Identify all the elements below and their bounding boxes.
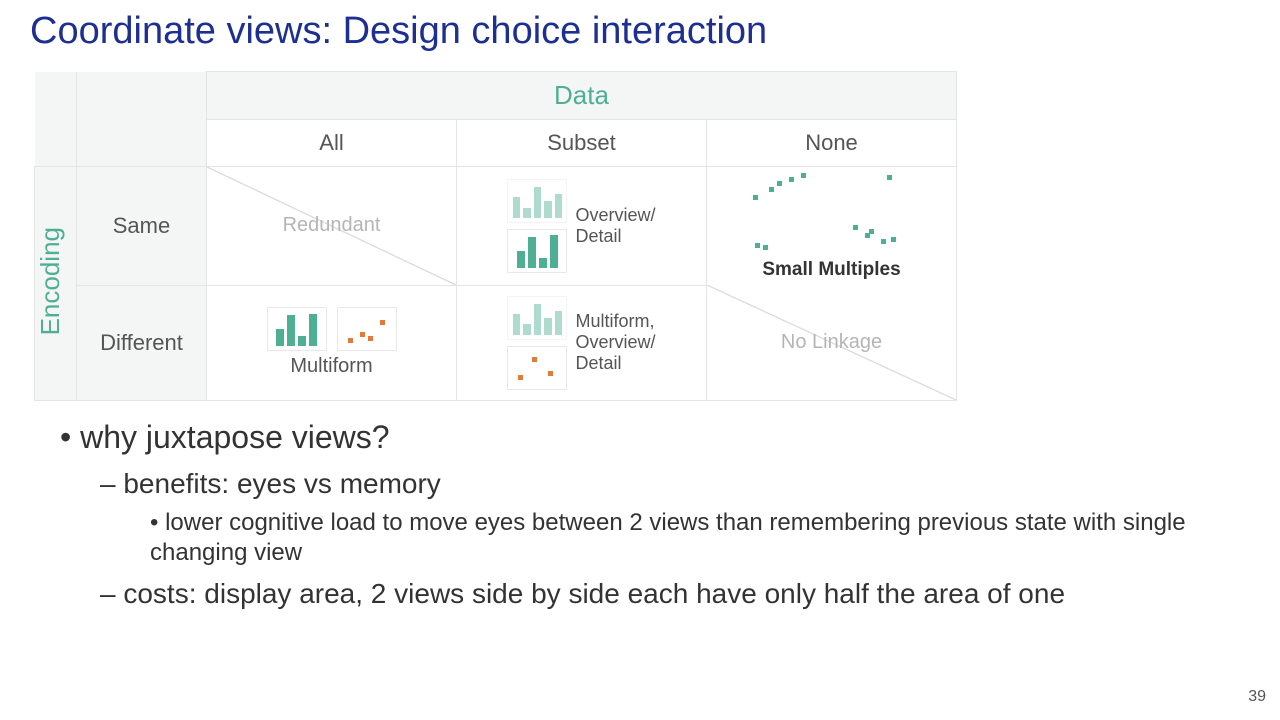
cell-diff-all: Multiform — [207, 285, 457, 400]
cell-same-all: Redundant — [207, 167, 457, 286]
slide-title: Coordinate views: Design choice interact… — [30, 10, 1250, 53]
row-same: Same — [77, 167, 207, 286]
bar-chart-icon — [507, 229, 567, 273]
bullet-list: why juxtapose views? benefits: eyes vs m… — [60, 419, 1250, 610]
bar-chart-icon — [507, 296, 567, 340]
bar-chart-icon — [267, 307, 327, 351]
scatter-icon — [847, 217, 917, 253]
scatter-icon — [747, 217, 817, 253]
col-subset: Subset — [457, 120, 707, 167]
data-header: Data — [207, 72, 957, 120]
row-different: Different — [77, 285, 207, 400]
bullet-l2: costs: display area, 2 views side by sid… — [100, 578, 1250, 610]
scatter-icon — [337, 307, 397, 351]
scatter-icon — [507, 346, 567, 390]
cell-small-multiples: Small Multiples — [707, 167, 957, 286]
encoding-header: Encoding — [35, 227, 76, 335]
cell-diff-subset: Multiform, Overview/ Detail — [457, 285, 707, 400]
bullet-l3: lower cognitive load to move eyes betwee… — [150, 508, 1250, 568]
bullet-l1: why juxtapose views? — [60, 419, 1250, 456]
col-none: None — [707, 120, 957, 167]
scatter-icon — [847, 171, 917, 207]
bullet-l2: benefits: eyes vs memory — [100, 468, 1250, 500]
col-all: All — [207, 120, 457, 167]
cell-diff-none: No Linkage — [707, 285, 957, 400]
cell-same-subset: Overview/ Detail — [457, 167, 707, 286]
design-choice-table: Data All Subset None Encoding Same Redun… — [34, 71, 954, 401]
bar-chart-icon — [507, 179, 567, 223]
scatter-icon — [747, 171, 817, 207]
page-number: 39 — [1248, 688, 1266, 706]
